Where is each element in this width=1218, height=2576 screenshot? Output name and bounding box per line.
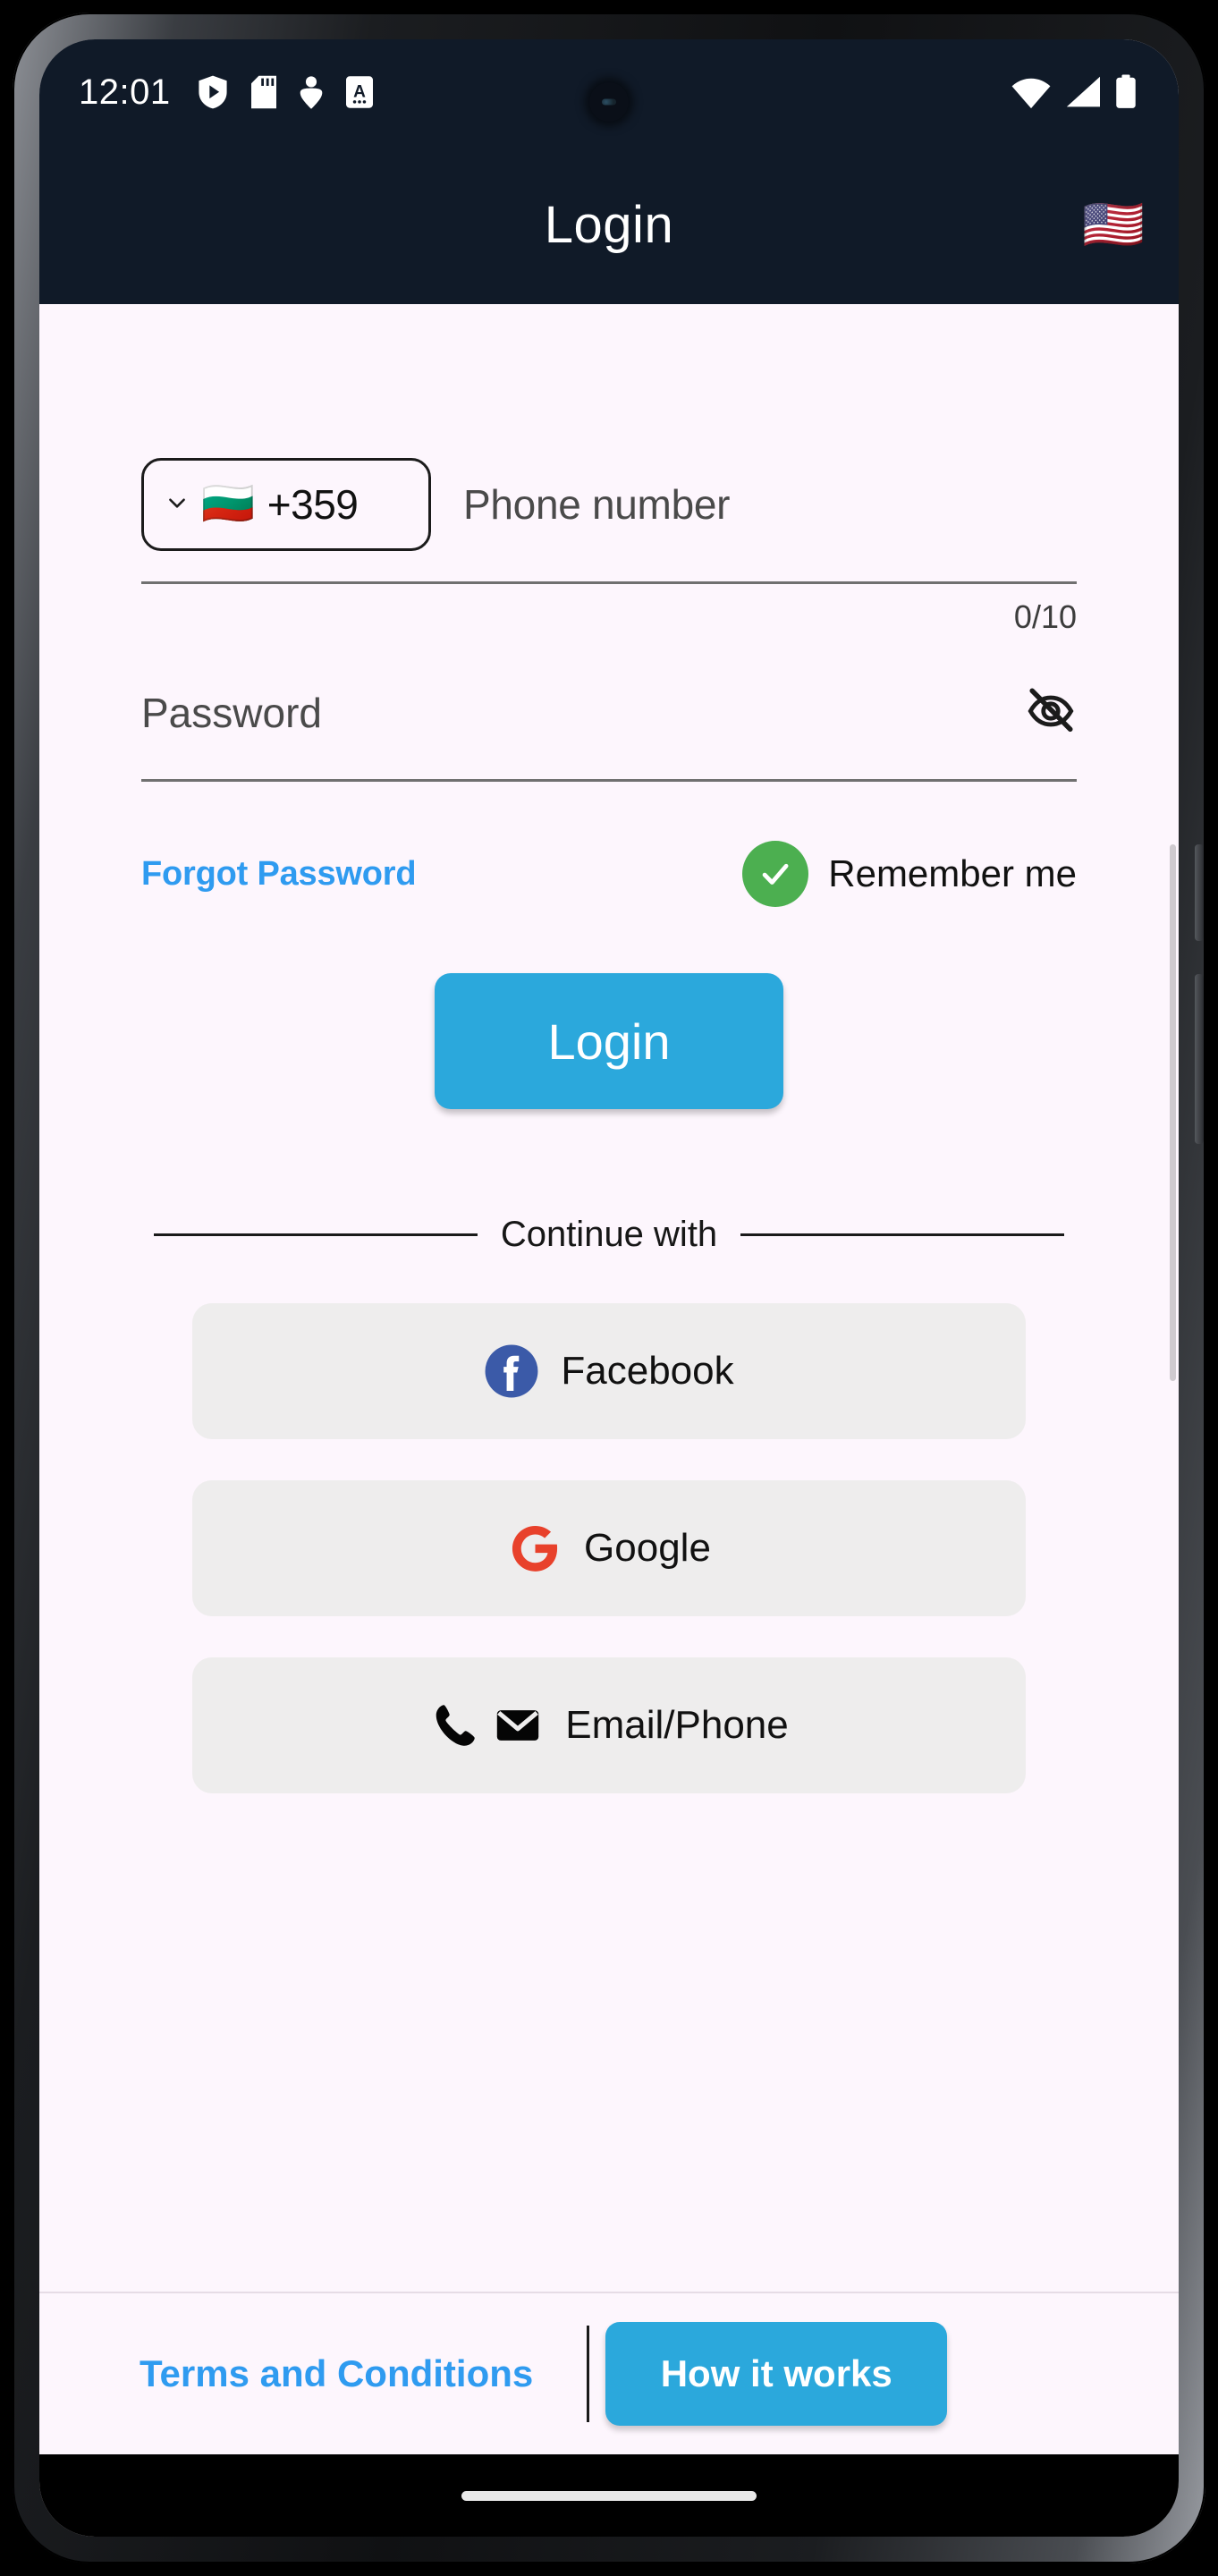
- letter-a-icon: A: [345, 75, 373, 109]
- home-indicator[interactable]: [461, 2490, 757, 2501]
- footer-divider: [587, 2326, 590, 2422]
- battery-icon: [1114, 74, 1138, 110]
- system-navigation-bar: [39, 2454, 1179, 2537]
- person-pin-icon: [300, 75, 323, 109]
- chevron-down-icon: [165, 491, 189, 519]
- divider-line-right: [740, 1233, 1064, 1236]
- google-login-button[interactable]: Google: [192, 1480, 1026, 1616]
- eye-off-icon[interactable]: [1025, 685, 1077, 741]
- email-phone-login-label: Email/Phone: [565, 1703, 789, 1747]
- continue-with-label: Continue with: [500, 1215, 718, 1254]
- check-icon: [762, 863, 789, 885]
- power-button[interactable]: [1195, 974, 1204, 1144]
- front-camera: [589, 82, 629, 122]
- phone-envelope-icon: [429, 1699, 544, 1751]
- footer-bar: Terms and Conditions How it works: [39, 2292, 1179, 2454]
- status-bar-right-icons: [1011, 74, 1138, 110]
- vertical-scrollbar[interactable]: [1170, 844, 1176, 1381]
- terms-and-conditions-link[interactable]: Terms and Conditions: [140, 2352, 533, 2395]
- app-bar: Login 🇺🇸: [39, 145, 1179, 304]
- remember-me-group[interactable]: Remember me: [742, 841, 1077, 907]
- continue-with-divider: Continue with: [141, 1215, 1077, 1255]
- volume-button[interactable]: [1195, 844, 1204, 941]
- status-bar-clock: 12:01: [79, 72, 171, 112]
- password-field-underline: [141, 779, 1077, 782]
- phone-device-frame: 12:01 A Login 🇺🇸 🇧🇬 +359 Phone number 0/…: [13, 13, 1205, 2563]
- wifi-icon: [1011, 75, 1052, 109]
- password-input[interactable]: Password: [141, 689, 1025, 737]
- status-bar-left-icons: A: [198, 75, 373, 109]
- svg-text:A: A: [353, 82, 366, 101]
- how-it-works-button[interactable]: How it works: [605, 2322, 948, 2426]
- phone-icon: [436, 1705, 475, 1746]
- google-login-label: Google: [584, 1526, 711, 1570]
- social-login-list: Facebook Google Email/Phone: [141, 1303, 1077, 1793]
- email-phone-login-button[interactable]: Email/Phone: [192, 1657, 1026, 1793]
- phone-number-input[interactable]: Phone number: [463, 480, 1077, 529]
- login-form: 🇧🇬 +359 Phone number 0/10 Password Forgo…: [141, 458, 1077, 1793]
- envelope-icon: [497, 1710, 539, 1741]
- phone-field-underline: [141, 581, 1077, 584]
- facebook-icon: [484, 1343, 539, 1399]
- login-options-row: Forgot Password Remember me: [141, 841, 1077, 907]
- shield-play-icon: [198, 75, 228, 109]
- password-row: Password: [141, 677, 1077, 749]
- remember-me-checkbox[interactable]: [742, 841, 809, 907]
- app-screen: 12:01 A Login 🇺🇸 🇧🇬 +359 Phone number 0/…: [39, 39, 1179, 2537]
- page-title: Login: [544, 195, 674, 254]
- country-flag-icon: 🇧🇬: [201, 480, 255, 528]
- google-icon: [507, 1521, 562, 1576]
- sd-card-icon: [250, 75, 276, 109]
- forgot-password-link[interactable]: Forgot Password: [141, 855, 417, 894]
- character-counter: 0/10: [1013, 598, 1077, 635]
- country-code-selector[interactable]: 🇧🇬 +359: [141, 458, 431, 551]
- phone-counter-row: 0/10: [141, 598, 1077, 636]
- login-button-wrapper: Login: [141, 973, 1077, 1109]
- divider-line-left: [154, 1233, 478, 1236]
- phone-screen-bezel: 12:01 A Login 🇺🇸 🇧🇬 +359 Phone number 0/…: [39, 39, 1179, 2537]
- facebook-login-button[interactable]: Facebook: [192, 1303, 1026, 1439]
- facebook-login-label: Facebook: [561, 1349, 734, 1393]
- cellular-signal-icon: [1064, 75, 1102, 109]
- remember-me-label: Remember me: [828, 852, 1077, 894]
- login-form-container: 🇧🇬 +359 Phone number 0/10 Password Forgo…: [39, 304, 1179, 2292]
- language-flag-icon[interactable]: 🇺🇸: [1082, 199, 1145, 250]
- country-dial-code: +359: [266, 481, 359, 528]
- phone-number-row: 🇧🇬 +359 Phone number: [141, 458, 1077, 551]
- login-button[interactable]: Login: [435, 973, 783, 1109]
